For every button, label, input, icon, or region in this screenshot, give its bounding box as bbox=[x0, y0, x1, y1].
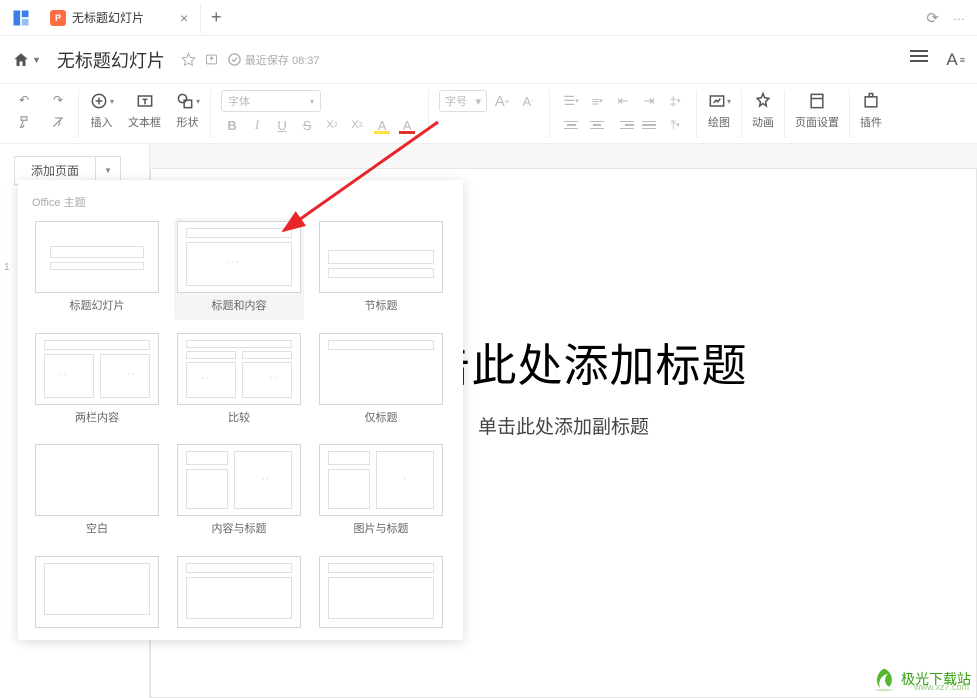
home-button[interactable]: ▼ bbox=[12, 51, 41, 69]
layout-title-content[interactable]: ▫▫▫ 标题和内容 bbox=[174, 218, 304, 320]
layout-extra-3[interactable] bbox=[316, 553, 446, 639]
star-icon[interactable] bbox=[181, 52, 196, 67]
autosave-status: 最近保存 08:37 bbox=[227, 52, 320, 68]
indent-inc-button[interactable]: ⇥ bbox=[638, 90, 660, 112]
dropdown-header: Office 主题 bbox=[32, 194, 455, 210]
align-left-button[interactable] bbox=[560, 114, 582, 136]
close-tab-icon[interactable]: × bbox=[180, 10, 188, 26]
text-style-button[interactable]: A≡ bbox=[946, 50, 965, 70]
underline-button[interactable]: U bbox=[271, 114, 293, 136]
line-spacing-button[interactable]: ‡▾ bbox=[664, 90, 686, 112]
layout-comparison[interactable]: ▫▫▫▫ 比较 bbox=[174, 330, 304, 432]
layout-title-slide[interactable]: 标题幻灯片 bbox=[32, 218, 162, 320]
layout-content-caption[interactable]: ▫▫ 内容与标题 bbox=[174, 441, 304, 543]
tab-title: 无标题幻灯片 bbox=[72, 9, 144, 26]
indent-dec-button[interactable]: ⇤ bbox=[612, 90, 634, 112]
insert-button[interactable]: ▾ 插入 bbox=[89, 90, 114, 130]
layout-extra-2[interactable] bbox=[174, 553, 304, 639]
main-content: 添加页面 ▼ 1 Office 主题 标题幻灯片 ▫▫▫ 标题和内容 节标题 bbox=[0, 144, 977, 698]
document-tab[interactable]: P 无标题幻灯片 × bbox=[38, 3, 201, 33]
numbering-button[interactable]: ≡▾ bbox=[586, 90, 608, 112]
slide-number: 1 bbox=[4, 262, 10, 273]
layout-two-content[interactable]: ▫▫▫▫ 两栏内容 bbox=[32, 330, 162, 432]
layout-dropdown: Office 主题 标题幻灯片 ▫▫▫ 标题和内容 节标题 ▫▫▫▫ bbox=[18, 180, 463, 640]
titlebar: P 无标题幻灯片 × + ⟳ … bbox=[0, 0, 977, 36]
plugin-button[interactable]: 插件 bbox=[860, 90, 882, 130]
layout-extra-1[interactable] bbox=[32, 553, 162, 639]
animation-button[interactable]: 动画 bbox=[752, 90, 774, 130]
more-icon[interactable]: … bbox=[953, 9, 965, 27]
textbox-button[interactable]: 文本框 bbox=[128, 90, 161, 130]
page-setup-button[interactable]: 页面设置 bbox=[795, 90, 839, 130]
italic-button[interactable]: I bbox=[246, 114, 268, 136]
increase-font-button[interactable]: A+ bbox=[491, 90, 513, 112]
redo-icon[interactable]: ↷ bbox=[48, 90, 68, 110]
clear-format-icon[interactable] bbox=[48, 112, 68, 132]
superscript-button[interactable]: X2 bbox=[321, 114, 343, 136]
watermark-url: www.xz7.com bbox=[914, 682, 969, 692]
align-justify-button[interactable] bbox=[638, 114, 660, 136]
menu-icon[interactable] bbox=[910, 50, 928, 70]
layout-title-only[interactable]: 仅标题 bbox=[316, 330, 446, 432]
font-color-button[interactable]: A bbox=[396, 114, 418, 136]
toolbar: ↶ ↷ ▾ 插入 文本框 ▾ 形状 字体▾ B I U bbox=[0, 84, 977, 144]
bullets-button[interactable]: ☰▾ bbox=[560, 90, 582, 112]
export-icon[interactable] bbox=[204, 52, 219, 67]
slide-panel: 添加页面 ▼ 1 Office 主题 标题幻灯片 ▫▫▫ 标题和内容 节标题 bbox=[0, 144, 150, 698]
document-title[interactable]: 无标题幻灯片 bbox=[57, 47, 165, 73]
layout-blank[interactable]: 空白 bbox=[32, 441, 162, 543]
align-center-button[interactable] bbox=[586, 114, 608, 136]
draw-button[interactable]: ▾ 绘图 bbox=[707, 90, 731, 130]
decrease-font-button[interactable]: A- bbox=[517, 90, 539, 112]
align-right-button[interactable] bbox=[612, 114, 634, 136]
format-painter-icon[interactable] bbox=[14, 112, 34, 132]
shape-button[interactable]: ▾ 形状 bbox=[175, 90, 200, 130]
highlight-button[interactable]: A bbox=[371, 114, 393, 136]
strikethrough-button[interactable]: S bbox=[296, 114, 318, 136]
ppt-file-icon: P bbox=[50, 10, 66, 26]
new-tab-button[interactable]: + bbox=[201, 7, 231, 28]
subscript-button[interactable]: X2 bbox=[346, 114, 368, 136]
layout-section-header[interactable]: 节标题 bbox=[316, 218, 446, 320]
app-logo-icon bbox=[10, 7, 32, 29]
chevron-down-icon: ▼ bbox=[32, 55, 41, 65]
undo-icon[interactable]: ↶ bbox=[14, 90, 34, 110]
document-header: ▼ 无标题幻灯片 最近保存 08:37 A≡ bbox=[0, 36, 977, 84]
sync-icon[interactable]: ⟳ bbox=[926, 9, 939, 27]
watermark-logo-icon bbox=[871, 666, 897, 692]
layout-picture-caption[interactable]: ▫ 图片与标题 bbox=[316, 441, 446, 543]
text-direction-button[interactable]: ⤒▾ bbox=[664, 114, 686, 136]
bold-button[interactable]: B bbox=[221, 114, 243, 136]
watermark: 极光下载站 www.xz7.com bbox=[871, 666, 971, 692]
font-selector[interactable]: 字体▾ bbox=[221, 90, 321, 112]
font-size-selector[interactable]: 字号▾ bbox=[439, 90, 487, 112]
